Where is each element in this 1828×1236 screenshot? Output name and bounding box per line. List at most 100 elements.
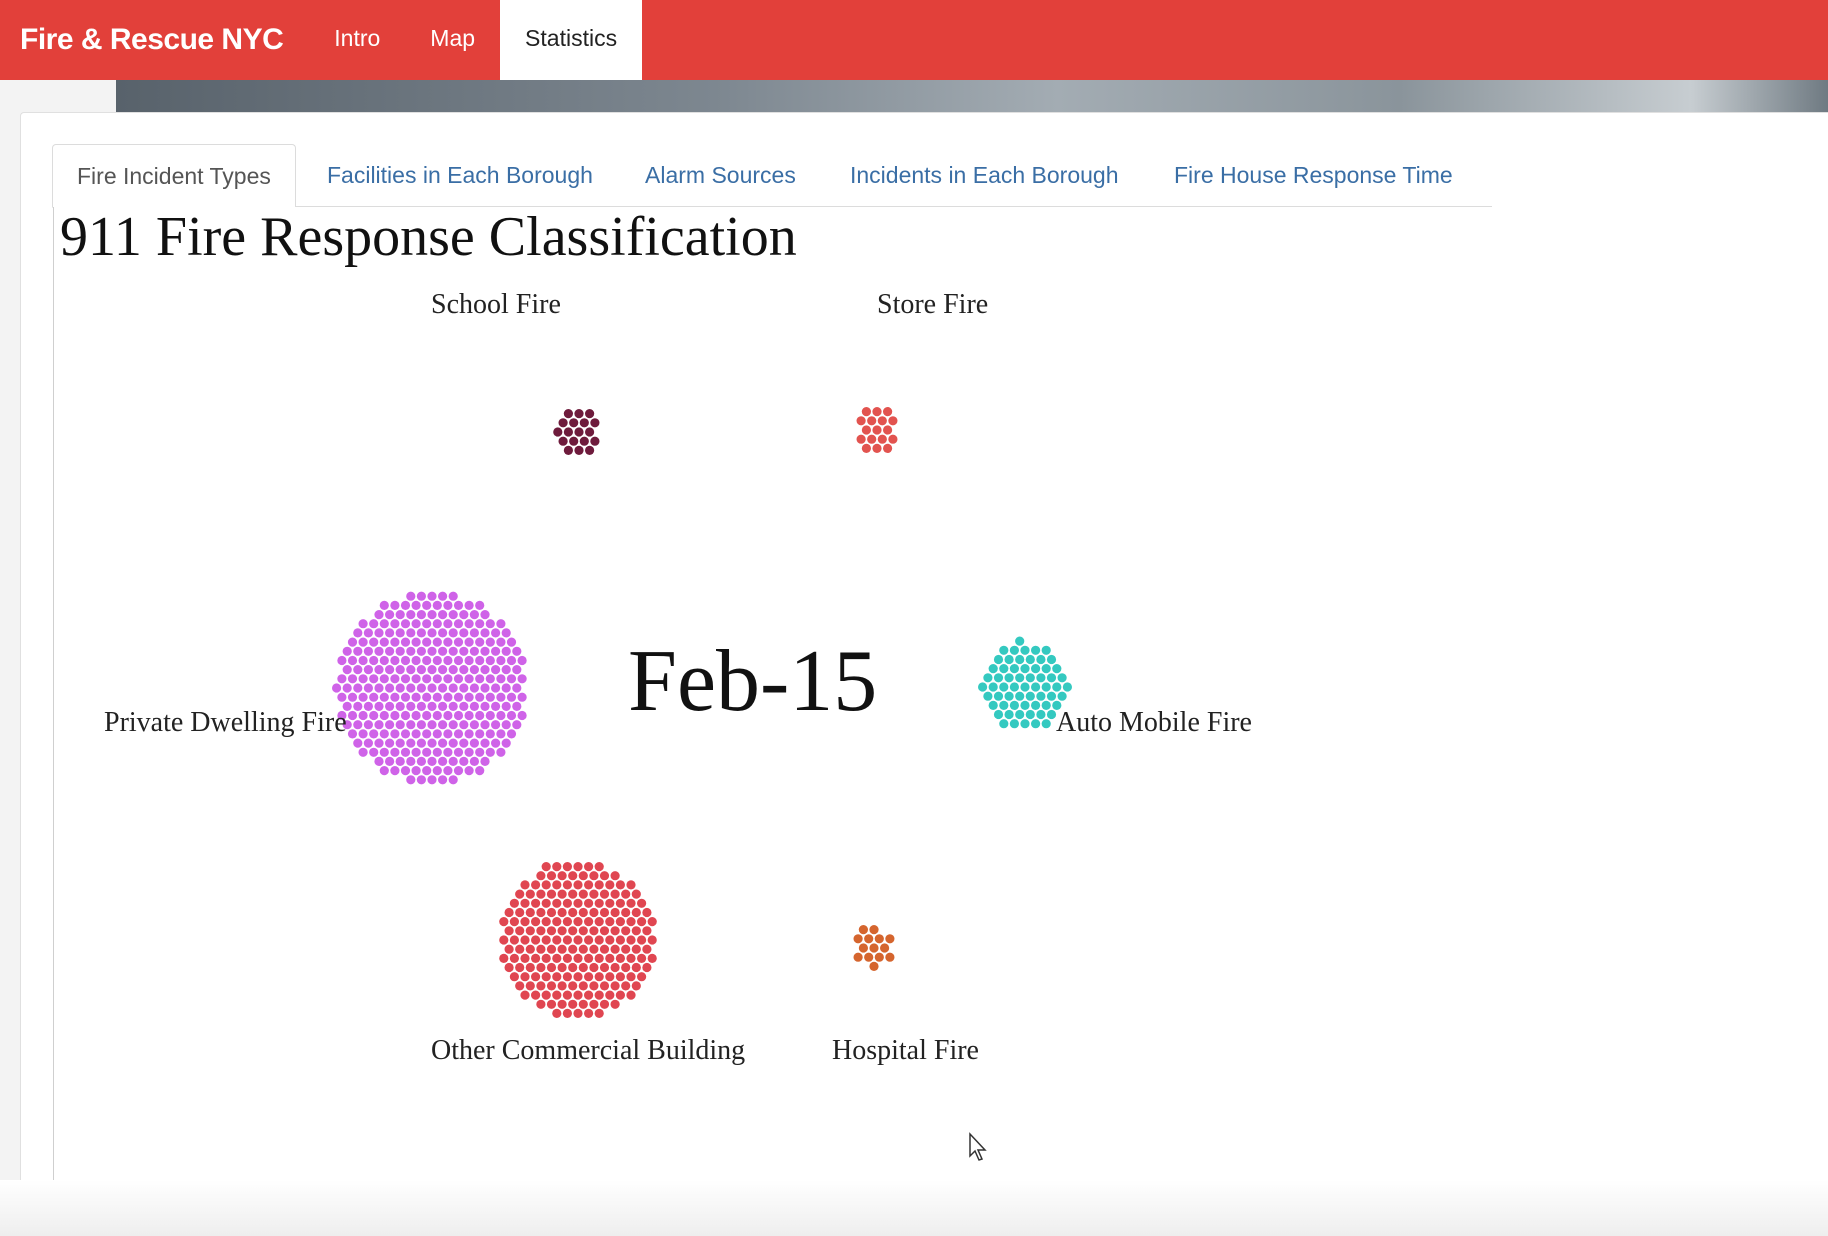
cluster-dot (438, 591, 448, 601)
label-school-fire: School Fire (431, 289, 561, 320)
cluster-dot (883, 407, 893, 417)
cluster-dot (374, 610, 384, 620)
cluster-dot (475, 692, 485, 702)
cluster-dot (448, 738, 458, 748)
cluster-dot (485, 619, 495, 629)
cluster-dot (1046, 673, 1057, 683)
cluster-dot (1009, 700, 1020, 711)
cluster-dot (552, 972, 562, 982)
cluster-dot (594, 898, 604, 908)
cluster-dot (541, 972, 551, 982)
cluster-dot (877, 434, 887, 444)
cluster-dot (438, 775, 448, 785)
cluster-dot (637, 953, 647, 964)
cluster-dot (363, 665, 373, 675)
cluster-dot (379, 674, 389, 684)
cluster-dot (563, 409, 574, 419)
cluster-dot (515, 981, 525, 991)
cluster-dot (615, 990, 626, 1000)
cluster-dot (1020, 664, 1030, 674)
cluster-dot (578, 889, 588, 899)
cluster-dot (512, 720, 522, 730)
cluster-dot (469, 720, 479, 730)
cluster-dot (491, 665, 501, 675)
cluster-dot (599, 871, 610, 881)
cluster-dot (605, 972, 615, 982)
cluster-dot (999, 719, 1009, 729)
cluster-dot (443, 619, 453, 629)
cluster-dot (416, 646, 426, 656)
cluster-dot (552, 935, 562, 945)
cluster-dot (406, 720, 416, 730)
cluster-dot (515, 962, 525, 973)
cluster-dot (475, 655, 485, 666)
cluster-dot (569, 436, 579, 446)
cluster-dot (578, 907, 588, 918)
cluster-dot (480, 720, 490, 730)
cluster-dot (459, 683, 469, 693)
cluster-dot (1041, 645, 1051, 655)
cluster-dot (491, 720, 501, 730)
cluster-dot (605, 898, 615, 908)
cluster-dot (590, 436, 600, 446)
cluster-dot (999, 664, 1009, 674)
cluster-dot (531, 990, 541, 1000)
cluster-dot (480, 646, 490, 656)
cluster-dot (552, 990, 562, 1000)
cluster-dot (525, 962, 535, 973)
cluster-dot (546, 871, 557, 881)
cluster-dot (531, 972, 541, 982)
cluster-dot (626, 935, 636, 945)
cluster-dot (861, 425, 872, 435)
cluster-dot (379, 655, 389, 666)
cluster-dot (557, 999, 567, 1009)
cluster-dot (578, 926, 588, 936)
cluster-dot (491, 683, 501, 693)
cluster-dot (480, 756, 490, 767)
cluster-dot (515, 889, 525, 899)
cluster-dot (574, 409, 584, 419)
cluster-dot (390, 710, 400, 721)
cluster-dot (347, 674, 358, 684)
cluster-dot (509, 898, 519, 908)
cluster-dot (536, 962, 546, 973)
cluster-dot (475, 674, 485, 684)
cluster-dot (480, 683, 490, 693)
cluster-dot (506, 674, 517, 684)
cluster-dot (637, 898, 647, 908)
cluster-dot (496, 692, 506, 702)
cluster-dot (590, 418, 600, 428)
cluster-dot (353, 701, 363, 712)
cluster-dot (443, 600, 453, 611)
cluster-dot (491, 628, 501, 638)
cluster-dot (988, 664, 998, 674)
cluster-dot (563, 427, 574, 437)
cluster-dot (626, 898, 636, 908)
cluster-dot (647, 917, 657, 927)
cluster-dot (626, 917, 636, 927)
cluster-dot (546, 926, 557, 936)
cluster-dot (496, 619, 506, 629)
cluster-dot (438, 701, 448, 712)
cluster-dot (496, 729, 506, 739)
cluster-dot (385, 701, 395, 712)
cluster-dot (374, 738, 384, 748)
cluster-dot (422, 619, 432, 629)
cluster-dot (573, 898, 583, 908)
cluster-dot (475, 710, 485, 721)
cluster-dot (1041, 664, 1051, 674)
cluster-dot (536, 944, 546, 954)
cluster-dot (416, 756, 426, 767)
fire-classification-chart: 911 Fire Response Classification Feb-15 … (60, 206, 1252, 1066)
cluster-dot (501, 701, 511, 712)
cluster-dot (573, 917, 583, 927)
cluster-dot (1015, 654, 1025, 665)
cluster-dot (459, 701, 469, 712)
cluster-dot (379, 766, 389, 776)
cluster-dot (369, 710, 379, 721)
cluster-dot (453, 729, 464, 739)
cluster-dot (647, 953, 657, 964)
cluster-dot (347, 637, 358, 647)
cluster-dot (438, 665, 448, 675)
cluster-dot (520, 953, 530, 964)
